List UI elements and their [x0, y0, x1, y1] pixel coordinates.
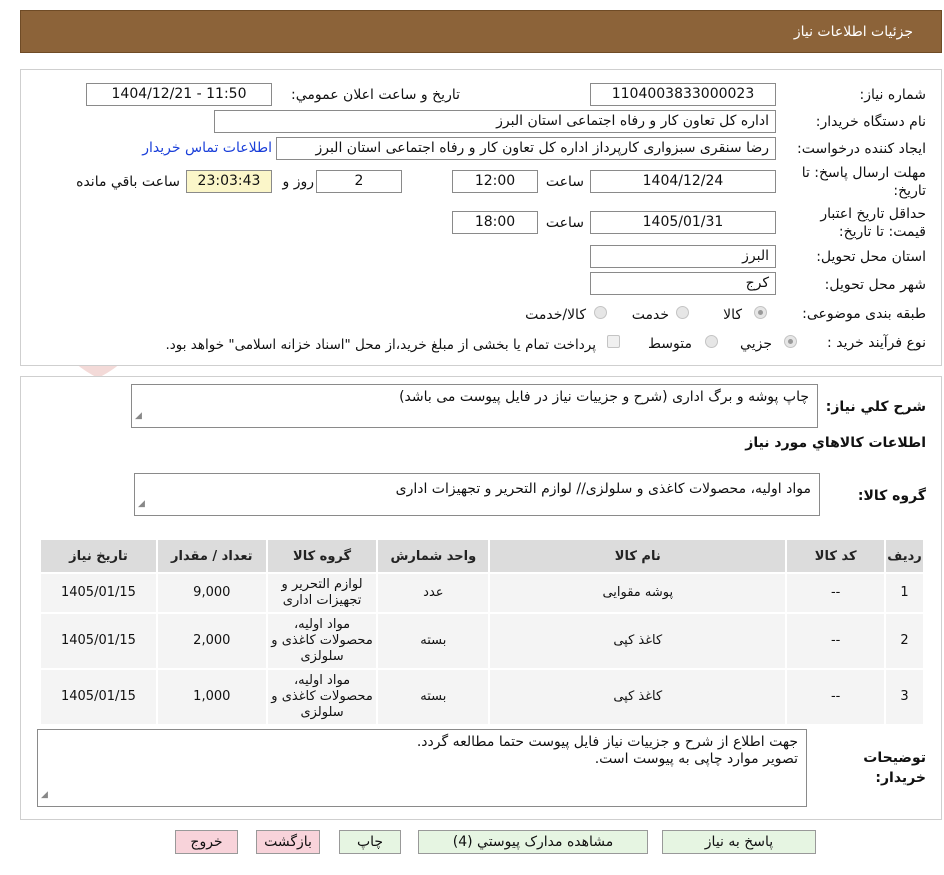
- buyer-contact-link[interactable]: اطلاعات تماس خریدار: [142, 140, 272, 156]
- price-validity-date-field: 1405/01/31: [590, 211, 776, 234]
- cell-unit: بسته: [376, 668, 491, 726]
- cell-unit: عدد: [376, 572, 491, 614]
- cell-unit: بسته: [376, 612, 491, 670]
- announce-datetime-field: 1404/12/21 - 11:50: [86, 83, 272, 106]
- cell-item-name: پوشه مقوایی: [488, 572, 788, 614]
- announce-datetime-label: تاریخ و ساعت اعلان عمومي:: [291, 87, 460, 103]
- need-number-label: شماره نیاز:: [859, 87, 927, 103]
- cell-need-date: 1405/01/15: [39, 572, 158, 614]
- buyer-notes-line-2: تصویر موارد چاپی به پیوست است.: [594, 751, 798, 767]
- delivery-city-label: شهر محل تحویل:: [824, 277, 926, 293]
- requester-field: رضا سنقری سبزواری کارپرداز اداره کل تعاو…: [276, 137, 776, 160]
- process-medium-label: متوسط: [648, 336, 692, 352]
- price-validity-time-field: 18:00: [452, 211, 538, 234]
- category-goods-label: کالا: [723, 307, 742, 323]
- reply-button[interactable]: پاسخ به نیاز: [662, 830, 816, 854]
- resize-grip-icon[interactable]: ◢: [138, 496, 145, 513]
- cell-row-number: 1: [884, 572, 925, 614]
- page-title: جزئیات اطلاعات نیاز: [793, 24, 913, 40]
- cell-item-code: --: [785, 612, 887, 670]
- category-service-label: خدمت: [631, 307, 669, 323]
- summary-text: چاپ پوشه و برگ اداری (شرح و جزییات نیاز …: [399, 389, 809, 405]
- buyer-org-field: اداره کل تعاون کار و رفاه اجتماعی استان …: [214, 110, 776, 133]
- category-goods-service-label: کالا/خدمت: [525, 307, 586, 323]
- buyer-org-label: نام دستگاه خریدار:: [815, 114, 926, 130]
- cell-need-date: 1405/01/15: [39, 668, 158, 726]
- deadline-label: مهلت ارسال پاسخ: تا تاریخ:: [801, 165, 926, 199]
- resize-grip-icon[interactable]: ◢: [41, 787, 48, 804]
- price-validity-time-label: ساعت: [545, 215, 584, 231]
- goods-info-title: اطلاعات کالاهاي مورد نیاز: [745, 435, 926, 451]
- price-validity-label: حداقل تاریخ اعتبار قیمت: تا تاریخ:: [820, 206, 926, 240]
- col-header-quantity: تعداد / مقدار: [155, 538, 268, 574]
- cell-row-number: 3: [884, 668, 925, 726]
- category-service-radio[interactable]: [676, 306, 689, 319]
- cell-group: مواد اولیه، محصولات کاغذی و سلولزی: [265, 612, 379, 670]
- items-table: ردیف کد کالا نام کالا واحد شمارش گروه کا…: [39, 538, 925, 726]
- process-medium-radio[interactable]: [705, 335, 718, 348]
- back-button[interactable]: بازگشت: [256, 830, 320, 854]
- cell-need-date: 1405/01/15: [39, 612, 158, 670]
- col-header-item-code: کد کالا: [785, 538, 887, 574]
- cell-item-code: --: [785, 668, 887, 726]
- days-label: روز و: [282, 174, 315, 190]
- process-minor-radio[interactable]: [784, 335, 797, 348]
- deadline-time-field: 12:00: [452, 170, 538, 193]
- category-goods-radio[interactable]: [754, 306, 767, 319]
- cell-item-code: --: [785, 572, 887, 614]
- summary-textarea[interactable]: چاپ پوشه و برگ اداری (شرح و جزییات نیاز …: [131, 384, 818, 428]
- table-row[interactable]: 3 -- کاغذ کپی بسته مواد اولیه، محصولات ک…: [39, 668, 925, 726]
- category-label: طبقه بندی موضوعی:: [802, 306, 926, 322]
- summary-label: شرح کلي نیاز:: [825, 399, 926, 415]
- col-header-group: گروه کالا: [265, 538, 379, 574]
- table-header-row: ردیف کد کالا نام کالا واحد شمارش گروه کا…: [39, 538, 925, 574]
- view-attachments-button[interactable]: مشاهده مدارک پیوستي (4): [418, 830, 648, 854]
- exit-button[interactable]: خروج: [175, 830, 238, 854]
- delivery-city-field: کرج: [590, 272, 776, 295]
- goods-group-label: گروه کالا:: [857, 488, 926, 504]
- cell-group: مواد اولیه، محصولات کاغذی و سلولزی: [265, 668, 379, 726]
- deadline-time-label: ساعت: [545, 174, 584, 190]
- buyer-notes-label: توضیحات خریدار:: [863, 750, 926, 786]
- table-row[interactable]: 2 -- کاغذ کپی بسته مواد اولیه، محصولات ک…: [39, 612, 925, 670]
- resize-grip-icon[interactable]: ◢: [135, 408, 142, 425]
- days-remaining-field: 2: [316, 170, 402, 193]
- delivery-province-field: البرز: [590, 245, 776, 268]
- cell-quantity: 2,000: [155, 612, 268, 670]
- col-header-need-date: تاریخ نیاز: [39, 538, 158, 574]
- buyer-notes-textarea[interactable]: جهت اطلاع از شرح و جزییات نیاز فایل پیوس…: [37, 729, 807, 807]
- requester-label: ایجاد کننده درخواست:: [797, 141, 926, 157]
- treasury-payment-checkbox[interactable]: [607, 335, 620, 348]
- col-header-unit: واحد شمارش: [376, 538, 491, 574]
- purchase-process-label: نوع فرآیند خرید :: [827, 335, 926, 351]
- col-header-item-name: نام کالا: [488, 538, 788, 574]
- delivery-province-label: استان محل تحویل:: [816, 249, 926, 265]
- cell-quantity: 9,000: [155, 572, 268, 614]
- remaining-time-label: ساعت باقي مانده: [76, 174, 180, 190]
- cell-item-name: کاغذ کپی: [488, 612, 788, 670]
- page-header: جزئیات اطلاعات نیاز: [20, 10, 942, 53]
- remaining-time-field: 23:03:43: [186, 170, 272, 193]
- cell-quantity: 1,000: [155, 668, 268, 726]
- table-row[interactable]: 1 -- پوشه مقوایی عدد لوازم التحریر و تجه…: [39, 572, 925, 614]
- need-number-field: 1104003833000023: [590, 83, 776, 106]
- cell-group: لوازم التحریر و تجهیزات اداری: [265, 572, 379, 614]
- process-minor-label: جزیي: [740, 336, 772, 352]
- buyer-notes-line-1: جهت اطلاع از شرح و جزییات نیاز فایل پیوس…: [416, 734, 798, 750]
- goods-group-text: مواد اولیه، محصولات کاغذی و سلولزی// لوا…: [395, 481, 811, 497]
- goods-group-textarea[interactable]: مواد اولیه، محصولات کاغذی و سلولزی// لوا…: [134, 473, 820, 516]
- cell-row-number: 2: [884, 612, 925, 670]
- category-goods-service-radio[interactable]: [594, 306, 607, 319]
- col-header-row-number: ردیف: [884, 538, 925, 574]
- treasury-payment-note: پرداخت تمام یا بخشی از مبلغ خرید،از محل …: [165, 337, 596, 353]
- print-button[interactable]: چاپ: [339, 830, 401, 854]
- cell-item-name: کاغذ کپی: [488, 668, 788, 726]
- deadline-date-field: 1404/12/24: [590, 170, 776, 193]
